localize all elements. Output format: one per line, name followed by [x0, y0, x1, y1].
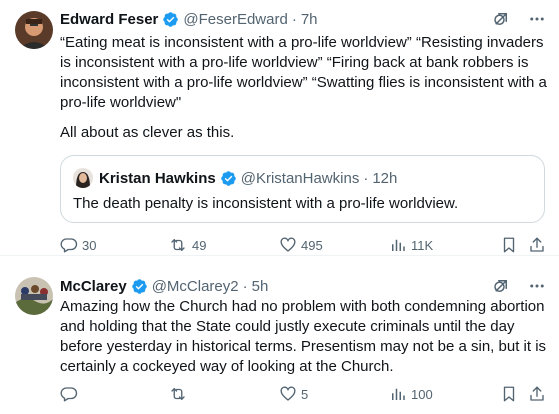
separator-dot: ·	[291, 10, 297, 28]
share-button[interactable]	[528, 235, 546, 255]
bookmark-button[interactable]	[500, 235, 518, 255]
repost-icon	[168, 385, 188, 403]
like-count: 495	[301, 237, 323, 253]
quoted-tweet[interactable]: Kristan Hawkins @KristanHawkins · 12h Th…	[60, 155, 545, 223]
quoted-tweet-time[interactable]: 12h	[372, 170, 397, 187]
like-button[interactable]: 495	[279, 235, 323, 255]
views-icon	[389, 236, 407, 254]
repost-count: 49	[192, 237, 207, 253]
tweet-header: Edward Feser @FeserEdward · 7h	[60, 9, 318, 29]
author-name[interactable]: Edward Feser	[60, 11, 158, 28]
grok-icon[interactable]	[491, 9, 511, 29]
views-icon	[389, 385, 407, 403]
share-icon	[528, 236, 546, 254]
tweet-text: Amazing how the Church had no problem wi…	[60, 298, 547, 375]
reply-button[interactable]	[60, 384, 82, 404]
quoted-author-name[interactable]: Kristan Hawkins	[99, 170, 216, 187]
like-count: 5	[301, 386, 309, 402]
more-icon[interactable]	[527, 276, 547, 296]
share-button[interactable]	[528, 384, 546, 404]
bookmark-icon	[500, 385, 518, 403]
author-name[interactable]: McClarey	[60, 278, 127, 295]
tweet-text-paragraph: All about as clever as this.	[60, 124, 235, 141]
avatar-feser[interactable]	[15, 11, 53, 49]
views-count: 100	[411, 386, 433, 402]
repost-button[interactable]: 49	[168, 235, 206, 255]
views-button[interactable]: 100	[389, 384, 433, 404]
like-icon	[279, 385, 297, 403]
repost-icon	[168, 236, 188, 254]
share-icon	[528, 385, 546, 403]
reply-count: 30	[82, 237, 97, 253]
verified-badge-icon	[220, 170, 237, 187]
bookmark-icon	[500, 236, 518, 254]
tweet-header-actions	[491, 9, 547, 29]
quoted-author-handle[interactable]: @KristanHawkins	[241, 170, 360, 187]
tweet-actions: 5 100	[60, 384, 548, 404]
tweet-time[interactable]: 5h	[252, 278, 269, 295]
separator-dot: ·	[242, 277, 248, 295]
separator-dot: ·	[363, 169, 369, 187]
quoted-tweet-header: Kristan Hawkins @KristanHawkins · 12h	[99, 168, 397, 188]
verified-badge-icon	[131, 278, 148, 295]
tweet-actions: 30 49 495 11K	[60, 235, 548, 255]
repost-button[interactable]	[168, 384, 192, 404]
avatar-hawkins[interactable]	[73, 168, 93, 188]
bookmark-button[interactable]	[500, 384, 518, 404]
more-icon[interactable]	[527, 9, 547, 29]
tweet-header: McClarey @McClarey2 · 5h	[60, 276, 268, 296]
tweet-time[interactable]: 7h	[301, 11, 318, 28]
views-count: 11K	[411, 237, 434, 253]
avatar-mcclarey[interactable]	[15, 277, 53, 315]
reply-icon	[60, 236, 78, 254]
author-handle[interactable]: @FeserEdward	[183, 11, 287, 28]
verified-badge-icon	[162, 11, 179, 28]
tweet-text: “Eating meat is inconsistent with a pro-…	[60, 34, 547, 111]
quoted-tweet-text: The death penalty is inconsistent with a…	[73, 195, 459, 212]
tweet-header-actions	[491, 276, 547, 296]
reply-icon	[60, 385, 78, 403]
grok-icon[interactable]	[491, 276, 511, 296]
author-handle[interactable]: @McClarey2	[152, 278, 239, 295]
reply-button[interactable]: 30	[60, 235, 96, 255]
views-button[interactable]: 11K	[389, 235, 433, 255]
like-icon	[279, 236, 297, 254]
like-button[interactable]: 5	[279, 384, 308, 404]
